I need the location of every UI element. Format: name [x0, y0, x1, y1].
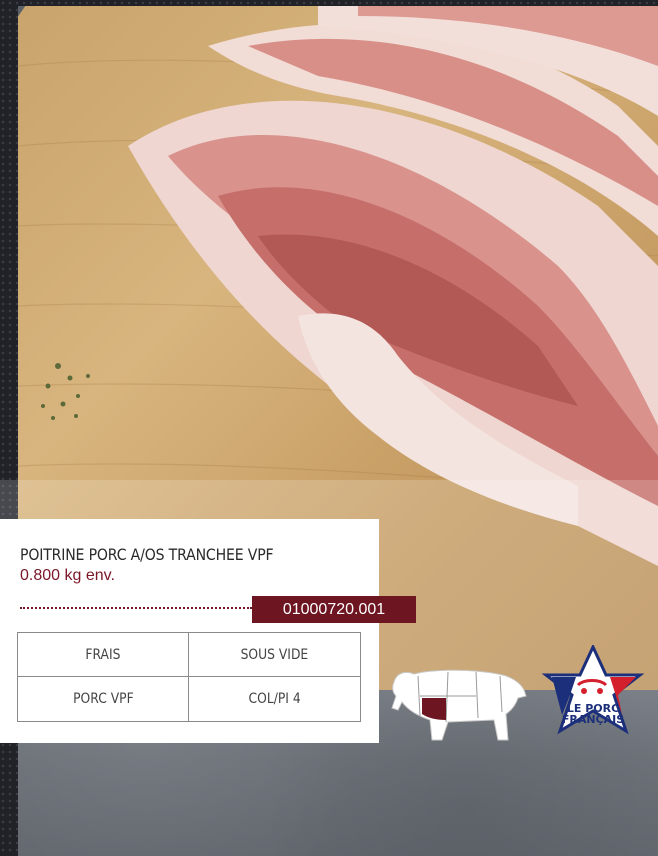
attribute-label: COL/PI 4 [248, 691, 301, 707]
product-name: POITRINE PORC A/OS TRANCHEE VPF [20, 545, 274, 564]
attribute-label: FRAIS [85, 646, 121, 663]
dotted-divider [20, 607, 252, 609]
attribute-cell: PORC VPF [18, 677, 189, 721]
label-text-line2: FRANÇAIS [561, 713, 625, 726]
product-card: POITRINE PORC A/OS TRANCHEE VPF 0.800 kg… [0, 519, 416, 743]
product-weight: 0.800 kg env. [20, 567, 115, 584]
product-code: 01000720.001 [252, 596, 416, 623]
attribute-label: SOUS VIDE [240, 646, 309, 663]
attribute-table: FRAIS SOUS VIDE PORC VPF COL/PI 4 [17, 632, 361, 722]
attribute-label: PORC VPF [72, 691, 134, 707]
le-porc-francais-label: LE PORC FRANÇAIS [540, 643, 646, 747]
attribute-cell: COL/PI 4 [189, 677, 360, 721]
attribute-cell: SOUS VIDE [189, 633, 360, 677]
pig-cut-diagram-icon [388, 660, 528, 744]
attribute-cell: FRAIS [18, 633, 189, 677]
